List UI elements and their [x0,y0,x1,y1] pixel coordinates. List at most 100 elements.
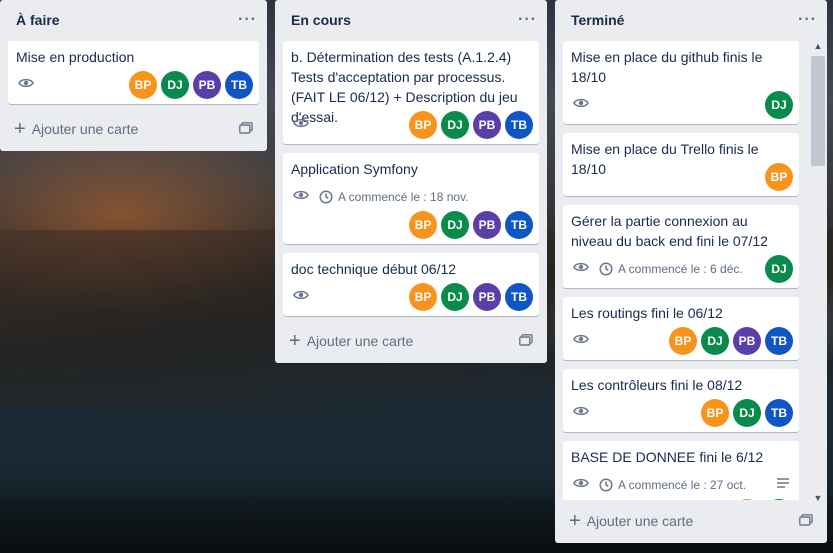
eye-icon [293,187,309,207]
more-horizontal-icon[interactable]: ··· [518,11,537,29]
eye-icon [18,75,34,95]
card[interactable]: doc technique début 06/12 BP DJ PB TB [283,253,539,316]
avatar-bp[interactable]: BP [669,327,697,355]
card-members: BP DJ TB [701,399,793,427]
add-card-button[interactable]: + Ajouter une carte [563,507,819,535]
card-template-icon[interactable] [239,121,253,137]
start-date-text: A commencé le : 18 nov. [338,190,469,204]
avatar-dj[interactable]: DJ [441,111,469,139]
card-title: BASE DE DONNEE fini le 6/12 [571,449,764,465]
card-title: Les routings fini le 06/12 [571,305,723,321]
card-title: Mise en production [16,49,135,65]
avatar-bp[interactable]: BP [129,71,157,99]
scroll-down-arrow-icon[interactable]: ▼ [811,492,825,504]
avatar-pb[interactable]: PB [473,211,501,239]
card-title: Gérer la partie connexion au niveau du b… [571,213,768,249]
start-date-text: A commencé le : 6 déc. [618,262,743,276]
card[interactable]: Gérer la partie connexion au niveau du b… [563,205,799,288]
card-members: BP DJ PB TB [409,211,533,239]
avatar-tb[interactable]: TB [505,111,533,139]
avatar-dj[interactable]: DJ [161,71,189,99]
avatar-dj[interactable]: DJ [765,91,793,119]
list-header: En cours ··· [275,0,547,40]
card-members: BP DJ PB TB [409,283,533,311]
avatar-pb[interactable]: PB [733,327,761,355]
add-card-label: Ajouter une carte [31,121,139,137]
card-badges [293,287,309,307]
card-badges [18,75,34,95]
add-card-label: Ajouter une carte [586,513,694,529]
avatar-dj[interactable]: DJ [441,211,469,239]
card-badges: A commencé le : 6 déc. [573,259,743,279]
card-badges [573,403,589,423]
eye-icon [573,331,589,351]
list-cards-viewport: Mise en place du github finis le 18/10 D… [555,0,807,500]
scroll-up-arrow-icon[interactable]: ▲ [811,40,825,52]
avatar-tb[interactable]: TB [765,327,793,355]
card-members: BP DJ PB TB [129,71,253,99]
card-badges [573,331,589,351]
card-badges [573,95,589,115]
avatar-tb[interactable]: TB [505,283,533,311]
card-members: BP DJ PB TB [409,111,533,139]
card-title: Application Symfony [291,161,418,177]
avatar-bp[interactable]: BP [733,499,761,500]
list-a-faire: À faire ··· Mise en production BP DJ PB … [0,0,267,151]
avatar-bp[interactable]: BP [701,399,729,427]
add-card-button[interactable]: + Ajouter une carte [8,115,259,143]
list-title[interactable]: En cours [291,12,351,28]
card-members: BP [765,163,793,191]
clock-icon [599,262,613,276]
card[interactable]: BASE DE DONNEE fini le 6/12 A commencé l… [563,441,799,500]
card[interactable]: b. Détermination des tests (A.1.2.4) Tes… [283,41,539,144]
eye-icon [293,287,309,307]
avatar-bp[interactable]: BP [409,211,437,239]
avatar-tb[interactable]: TB [505,211,533,239]
avatar-pb[interactable]: PB [473,283,501,311]
card-title: Les contrôleurs fini le 08/12 [571,377,743,393]
eye-icon [573,95,589,115]
start-date-badge: A commencé le : 6 déc. [599,259,743,279]
list-title[interactable]: À faire [16,12,60,28]
list-en-cours: En cours ··· b. Détermination des tests … [275,0,547,363]
clock-icon [599,478,613,492]
eye-icon [573,403,589,423]
card[interactable]: Les contrôleurs fini le 08/12 BP DJ TB [563,369,799,432]
plus-icon: + [14,118,26,140]
card-members: BP DJ PB TB [669,327,793,355]
card-members: BP DJ [733,499,793,500]
eye-icon [573,259,589,279]
list-termine: Terminé ··· Mise en place du github fini… [555,0,827,543]
start-date-badge: A commencé le : 27 oct. [599,475,746,495]
avatar-bp[interactable]: BP [409,111,437,139]
plus-icon: + [289,330,301,352]
avatar-dj[interactable]: DJ [701,327,729,355]
card-title: Mise en place du github finis le 18/10 [571,49,763,85]
avatar-tb[interactable]: TB [225,71,253,99]
avatar-tb[interactable]: TB [765,399,793,427]
clock-icon [319,190,333,204]
avatar-dj[interactable]: DJ [765,499,793,500]
card[interactable]: Application Symfony A commencé le : 18 n… [283,153,539,244]
card[interactable]: Mise en production BP DJ PB TB [8,41,259,104]
eye-icon [293,115,309,135]
avatar-dj[interactable]: DJ [765,255,793,283]
list-scrollbar[interactable]: ▲ ▼ [807,38,827,506]
avatar-pb[interactable]: PB [473,111,501,139]
avatar-dj[interactable]: DJ [733,399,761,427]
card-title: Mise en place du Trello finis le 18/10 [571,141,759,177]
add-card-button[interactable]: + Ajouter une carte [283,327,539,355]
avatar-pb[interactable]: PB [193,71,221,99]
card-template-icon[interactable] [799,513,813,529]
card[interactable]: Les routings fini le 06/12 BP DJ PB TB [563,297,799,360]
more-horizontal-icon[interactable]: ··· [238,11,257,29]
card-template-icon[interactable] [519,333,533,349]
card[interactable]: Mise en place du github finis le 18/10 D… [563,41,799,124]
scrollbar-thumb[interactable] [811,56,825,166]
avatar-bp[interactable]: BP [409,283,437,311]
card-title: doc technique début 06/12 [291,261,457,277]
card[interactable]: Mise en place du Trello finis le 18/10 B… [563,133,799,196]
avatar-dj[interactable]: DJ [441,283,469,311]
avatar-bp[interactable]: BP [765,163,793,191]
card-badges [293,115,309,135]
